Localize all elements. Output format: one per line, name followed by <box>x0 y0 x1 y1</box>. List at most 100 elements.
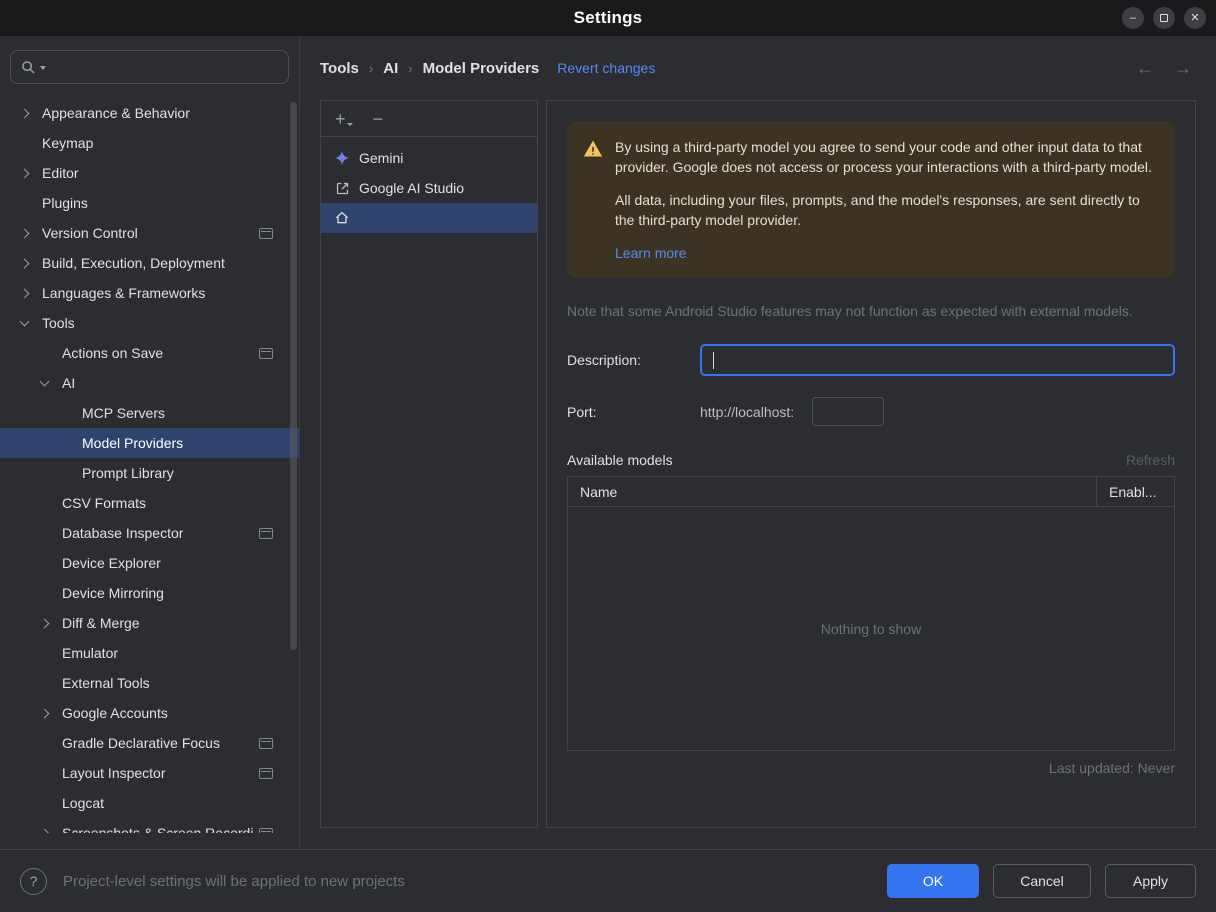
model-providers-panels: + − Gemini Google AI Studio By using a t… <box>320 100 1196 849</box>
sidebar-item-csv-formats[interactable]: CSV Formats <box>0 488 299 518</box>
sidebar-item-version-control[interactable]: Version Control <box>0 218 299 248</box>
breadcrumb: Tools › AI › Model Providers Revert chan… <box>320 36 1196 100</box>
providers-list: Gemini Google AI Studio <box>321 137 537 233</box>
sidebar-item-label: Model Providers <box>82 435 184 451</box>
settings-dialog-body: Appearance & Behavior Keymap Editor Plug… <box>0 36 1216 849</box>
settings-search[interactable] <box>10 50 289 84</box>
forward-arrow-icon[interactable]: → <box>1174 58 1192 79</box>
revert-changes-link[interactable]: Revert changes <box>557 60 655 76</box>
sidebar-item-label: Diff & Merge <box>62 615 140 631</box>
sidebar-item-diff-merge[interactable]: Diff & Merge <box>0 608 299 638</box>
sidebar-item-label: Editor <box>42 165 79 181</box>
sidebar-item-keymap[interactable]: Keymap <box>0 128 299 158</box>
sidebar-item-gradle-declarative-focus[interactable]: Gradle Declarative Focus <box>0 728 299 758</box>
sidebar-item-actions-on-save[interactable]: Actions on Save <box>0 338 299 368</box>
chevron-right-icon <box>18 260 42 267</box>
add-provider-button[interactable]: + <box>335 110 353 128</box>
provider-item-label: Gemini <box>359 150 404 166</box>
search-history-chevron-icon <box>40 66 46 70</box>
column-header-name[interactable]: Name <box>568 477 1096 506</box>
available-models-table: Name Enabl... Nothing to show <box>567 476 1175 752</box>
sidebar-item-device-explorer[interactable]: Device Explorer <box>0 548 299 578</box>
chevron-right-icon <box>18 290 42 297</box>
sidebar-item-label: Layout Inspector <box>62 765 166 781</box>
port-label: Port: <box>567 403 597 420</box>
add-icon: + <box>335 108 346 129</box>
sidebar-item-languages-frameworks[interactable]: Languages & Frameworks <box>0 278 299 308</box>
sidebar-item-screenshots-screen-recording[interactable]: Screenshots & Screen Recordi <box>0 818 299 833</box>
window-controls: – ✕ <box>1122 0 1206 36</box>
cancel-button[interactable]: Cancel <box>993 864 1091 898</box>
home-icon <box>334 210 350 226</box>
settings-sidebar: Appearance & Behavior Keymap Editor Plug… <box>0 36 300 849</box>
learn-more-link[interactable]: Learn more <box>615 243 687 263</box>
port-row: Port: http://localhost: <box>567 397 1175 427</box>
sidebar-item-build-execution-deployment[interactable]: Build, Execution, Deployment <box>0 248 299 278</box>
sidebar-item-label: Emulator <box>62 645 119 661</box>
description-input[interactable] <box>711 352 1164 369</box>
project-settings-icon <box>259 827 273 833</box>
sidebar-item-tools[interactable]: Tools <box>0 308 299 338</box>
project-settings-icon <box>259 347 273 359</box>
sidebar-item-label: Screenshots & Screen Recordi <box>62 825 254 833</box>
sidebar-scrollbar[interactable] <box>290 102 297 650</box>
search-input[interactable] <box>50 59 278 75</box>
sidebar-item-external-tools[interactable]: External Tools <box>0 668 299 698</box>
sidebar-item-appearance-behavior[interactable]: Appearance & Behavior <box>0 98 299 128</box>
sidebar-item-label: Appearance & Behavior <box>42 105 190 121</box>
available-models-row: Available models Refresh <box>567 452 1175 468</box>
sidebar-item-device-mirroring[interactable]: Device Mirroring <box>0 578 299 608</box>
help-button[interactable]: ? <box>20 867 47 895</box>
chevron-right-icon <box>38 830 62 834</box>
breadcrumb-model-providers[interactable]: Model Providers <box>423 60 540 77</box>
warning-text: By using a third-party model you agree t… <box>615 137 1157 263</box>
provider-detail-panel: By using a third-party model you agree t… <box>546 100 1196 828</box>
sidebar-item-model-providers[interactable]: Model Providers <box>0 428 299 458</box>
refresh-button[interactable]: Refresh <box>1126 452 1175 468</box>
sidebar-item-mcp-servers[interactable]: MCP Servers <box>0 398 299 428</box>
sidebar-item-logcat[interactable]: Logcat <box>0 788 299 818</box>
provider-item-new-local[interactable] <box>321 203 537 233</box>
provider-item-gemini[interactable]: Gemini <box>321 143 537 173</box>
sidebar-item-editor[interactable]: Editor <box>0 158 299 188</box>
sidebar-item-label: Version Control <box>42 225 138 241</box>
column-header-enabled[interactable]: Enabl... <box>1096 477 1174 507</box>
maximize-button[interactable] <box>1153 7 1175 29</box>
warning-paragraph-1: By using a third-party model you agree t… <box>615 139 1152 176</box>
sidebar-item-label: Actions on Save <box>62 345 164 361</box>
breadcrumb-ai[interactable]: AI <box>383 60 398 77</box>
main-content: Tools › AI › Model Providers Revert chan… <box>300 36 1216 849</box>
models-table-header: Name Enabl... <box>568 477 1174 508</box>
sidebar-item-prompt-library[interactable]: Prompt Library <box>0 458 299 488</box>
remove-provider-button[interactable]: − <box>373 110 384 128</box>
warning-icon <box>583 139 603 263</box>
sidebar-item-layout-inspector[interactable]: Layout Inspector <box>0 758 299 788</box>
port-input[interactable] <box>812 397 885 427</box>
ok-button[interactable]: OK <box>887 864 979 898</box>
back-arrow-icon[interactable]: ← <box>1136 58 1154 79</box>
sidebar-item-label: Prompt Library <box>82 465 174 481</box>
project-settings-icon <box>259 227 273 239</box>
apply-button[interactable]: Apply <box>1105 864 1196 898</box>
sidebar-item-label: CSV Formats <box>62 495 147 511</box>
close-button[interactable]: ✕ <box>1184 7 1206 29</box>
chevron-down-icon <box>38 381 62 385</box>
models-table-body: Nothing to show <box>568 507 1174 750</box>
description-label: Description: <box>567 352 641 369</box>
provider-item-google-ai-studio[interactable]: Google AI Studio <box>321 173 537 203</box>
help-icon: ? <box>29 873 38 889</box>
sidebar-item-label: Logcat <box>62 795 105 811</box>
last-updated-label: Last updated: Never <box>1048 760 1175 777</box>
provider-item-label: Google AI Studio <box>359 180 465 196</box>
sidebar-item-label: Plugins <box>42 195 88 211</box>
sidebar-item-plugins[interactable]: Plugins <box>0 188 299 218</box>
minimize-button[interactable]: – <box>1122 7 1144 29</box>
breadcrumb-tools[interactable]: Tools <box>320 60 359 77</box>
sidebar-item-label: Keymap <box>42 135 94 151</box>
sidebar-item-database-inspector[interactable]: Database Inspector <box>0 518 299 548</box>
sidebar-item-emulator[interactable]: Emulator <box>0 638 299 668</box>
sidebar-item-ai[interactable]: AI <box>0 368 299 398</box>
gemini-icon <box>334 150 350 166</box>
sidebar-item-google-accounts[interactable]: Google Accounts <box>0 698 299 728</box>
sidebar-item-label: MCP Servers <box>82 405 165 421</box>
